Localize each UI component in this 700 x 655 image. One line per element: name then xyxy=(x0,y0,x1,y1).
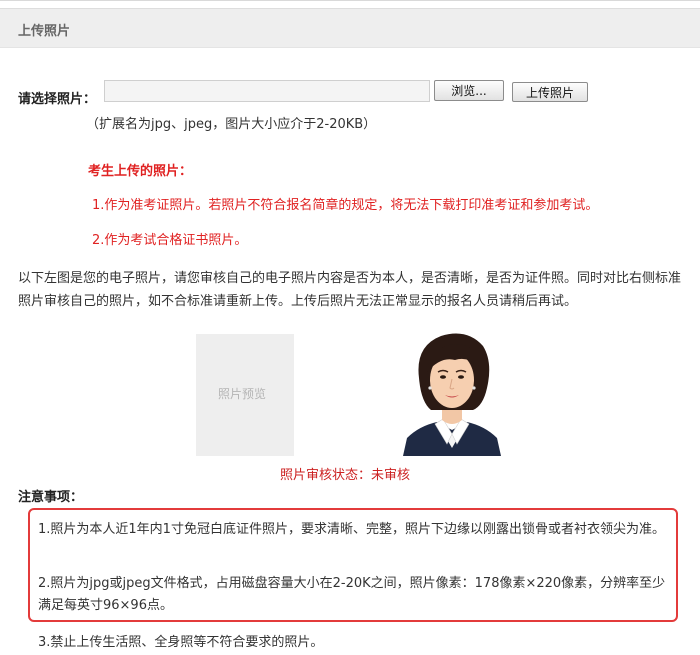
note-item-photo-requirements: 1.照片为本人近1年内1寸免冠白底证件照片，要求清晰、完整，照片下边缘以刚露出锁… xyxy=(38,522,665,537)
notes-title: 注意事项： xyxy=(18,490,84,505)
note-item-file-format: 2.照片为jpg或jpeg文件格式，占用磁盘容量大小在2-20K之间，照片像素：… xyxy=(38,576,666,613)
photo-preview: 照片预览 xyxy=(196,334,294,456)
file-format-hint: （扩展名为jpg、jpeg，图片大小应介于2-20KB） xyxy=(86,117,377,132)
photo-review-status: 照片审核状态：未审核 xyxy=(280,468,411,483)
photo-select-label: 请选择照片： xyxy=(18,92,97,107)
section-header: 上传照片 xyxy=(0,8,700,48)
notice-item-certificate: 2.作为考试合格证书照片。 xyxy=(92,233,248,248)
standard-sample-photo xyxy=(403,333,501,456)
notice-title: 考生上传的照片： xyxy=(88,164,193,179)
notice-item-admission-ticket: 1.作为准考证照片。若照片不符合报名简章的规定，将无法下载打印准考证和参加考试。 xyxy=(92,198,599,213)
file-path-input[interactable] xyxy=(104,80,430,102)
photo-preview-placeholder: 照片预览 xyxy=(218,387,267,401)
section-header-title: 上传照片 xyxy=(18,24,71,39)
top-divider xyxy=(0,0,700,1)
note-item-prohibited-photos: 3.禁止上传生活照、全身照等不符合要求的照片。 xyxy=(38,635,324,650)
upload-photo-button[interactable]: 上传照片 xyxy=(512,82,588,102)
review-instructions: 以下左图是您的电子照片，请您审核自己的电子照片内容是否为本人，是否清晰，是否为证… xyxy=(18,271,682,309)
browse-button[interactable]: 浏览... xyxy=(434,80,504,101)
